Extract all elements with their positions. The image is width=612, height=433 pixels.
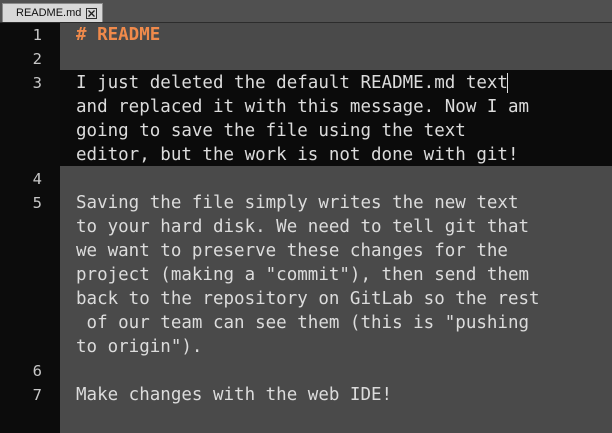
editor-line-5-wrap: to your hard disk. We need to tell git t… bbox=[0, 215, 612, 239]
line-text: editor, but the work is not done with gi… bbox=[76, 145, 519, 165]
heading-text: # README bbox=[76, 25, 161, 45]
editor-line-3-wrap: and replaced it with this message. Now I… bbox=[0, 95, 612, 119]
editor-line-5-wrap: back to the repository on GitLab so the … bbox=[0, 287, 612, 311]
line-text: Make changes with the web IDE! bbox=[76, 385, 393, 405]
tab-readme[interactable]: README.md bbox=[2, 3, 104, 22]
line-number: 4 bbox=[32, 170, 42, 188]
editor-line-5-wrap: of our team can see them (this is "pushi… bbox=[0, 311, 612, 335]
editor-line-4: 4 bbox=[0, 167, 612, 191]
editor-line-3-wrap: going to save the file using the text bbox=[0, 119, 612, 143]
editor-line-5: 5 Saving the file simply writes the new … bbox=[0, 191, 612, 215]
line-text: and replaced it with this message. Now I… bbox=[76, 97, 530, 117]
line-number: 6 bbox=[32, 362, 42, 380]
text-cursor bbox=[507, 73, 508, 93]
line-text: we want to preserve these changes for th… bbox=[76, 241, 508, 261]
line-number: 1 bbox=[32, 26, 42, 44]
line-number: 3 bbox=[32, 74, 42, 92]
editor-line-7: 7 Make changes with the web IDE! bbox=[0, 383, 612, 407]
line-text: to origin"). bbox=[76, 337, 203, 357]
line-text: I just deleted the default README.md tex… bbox=[76, 73, 508, 93]
line-text: going to save the file using the text bbox=[76, 121, 466, 141]
line-text: back to the repository on GitLab so the … bbox=[76, 289, 540, 309]
editor-line-5-wrap: to origin"). bbox=[0, 335, 612, 359]
editor-line-3-wrap: editor, but the work is not done with gi… bbox=[0, 143, 612, 167]
editor-line-5-wrap: project (making a "commit"), then send t… bbox=[0, 263, 612, 287]
line-text: to your hard disk. We need to tell git t… bbox=[76, 217, 530, 237]
close-icon[interactable] bbox=[86, 7, 98, 19]
line-number: 5 bbox=[32, 194, 42, 212]
editor-line-6: 6 bbox=[0, 359, 612, 383]
editor-line-2: 2 bbox=[0, 47, 612, 71]
tab-bar: README.md bbox=[0, 0, 612, 23]
line-number: 7 bbox=[32, 386, 42, 404]
line-text: Saving the file simply writes the new te… bbox=[76, 193, 519, 213]
line-number: 2 bbox=[32, 50, 42, 68]
editor-line-1: 1 # README bbox=[0, 23, 612, 47]
text-editor-window: README.md 1 # README 2 3 I just deleted … bbox=[0, 0, 612, 433]
editor-line-5-wrap: we want to preserve these changes for th… bbox=[0, 239, 612, 263]
line-text: project (making a "commit"), then send t… bbox=[76, 265, 530, 285]
editor-line-3: 3 I just deleted the default README.md t… bbox=[0, 71, 612, 95]
tab-label: README.md bbox=[16, 7, 82, 19]
line-text: of our team can see them (this is "pushi… bbox=[76, 313, 530, 333]
